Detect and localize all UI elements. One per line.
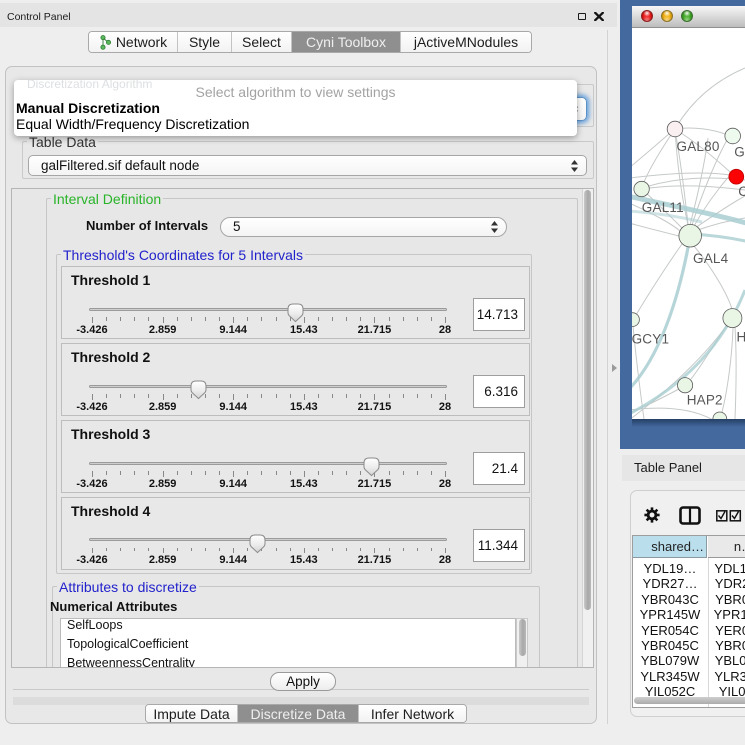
svg-text:GAL80: GAL80 [677,139,720,154]
svg-text:GAL11: GAL11 [642,200,684,215]
svg-text:H: H [737,330,745,345]
svg-text:C: C [738,184,745,199]
svg-text:GCY1: GCY1 [632,331,669,346]
svg-text:GAL4: GAL4 [693,251,729,266]
svg-text:HAP2: HAP2 [687,393,723,408]
svg-text:G.: G. [734,145,745,160]
